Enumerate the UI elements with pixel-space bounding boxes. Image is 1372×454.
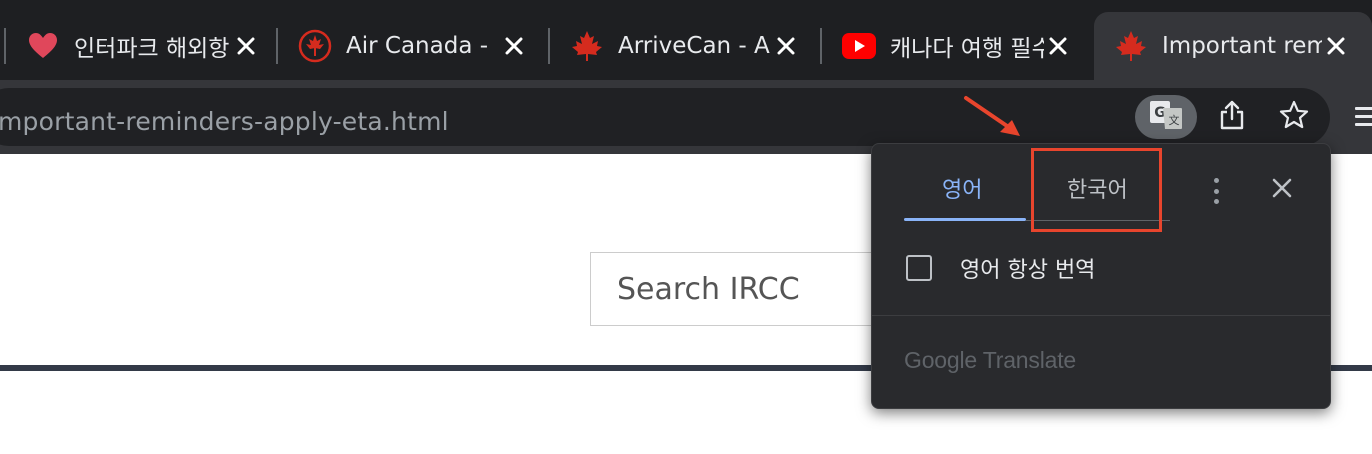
search-box[interactable] xyxy=(590,252,910,326)
tab-strip: 인터파크 해외항 Air Canada - ArriveCan - A 캐나다 … xyxy=(0,0,1372,80)
maple-leaf-icon xyxy=(1114,29,1148,63)
tab-title: Air Canada - xyxy=(346,33,489,59)
tab-separator xyxy=(548,28,550,64)
annotation-highlight-box xyxy=(1031,148,1162,232)
tab-interpark[interactable]: 인터파크 해외항 xyxy=(26,12,264,80)
google-translate-icon: G 文 xyxy=(1149,100,1183,134)
tab-title: ArriveCan - A xyxy=(618,33,770,59)
dot xyxy=(1213,178,1219,183)
active-tab-indicator xyxy=(904,218,1026,221)
bookmark-button[interactable] xyxy=(1274,96,1314,138)
tab-air-canada[interactable]: Air Canada - xyxy=(298,12,532,80)
svg-text:文: 文 xyxy=(1169,113,1180,127)
youtube-icon xyxy=(842,29,876,63)
always-translate-row[interactable]: 영어 항상 번역 xyxy=(906,252,1095,284)
always-translate-label: 영어 항상 번역 xyxy=(960,258,1096,283)
url-text[interactable]: mportant-reminders-apply-eta.html xyxy=(0,107,449,136)
close-popup-button[interactable] xyxy=(1268,176,1296,204)
close-tab-icon[interactable] xyxy=(1322,32,1350,60)
heart-icon xyxy=(26,29,60,63)
close-tab-icon[interactable] xyxy=(232,32,260,60)
tab-title: 인터파크 해외항 xyxy=(74,36,230,62)
dot xyxy=(1213,188,1219,194)
tab-separator xyxy=(4,28,6,64)
popup-divider xyxy=(872,315,1330,316)
tab-separator xyxy=(276,28,278,64)
air-canada-icon xyxy=(298,29,332,63)
annotation-arrow-icon xyxy=(964,96,1020,136)
always-translate-checkbox[interactable] xyxy=(906,255,932,281)
translate-wordmark: Translate xyxy=(982,347,1076,373)
tab-title: Important rem xyxy=(1162,33,1322,59)
tab-source-language[interactable]: 영어 xyxy=(942,172,982,204)
close-tab-icon[interactable] xyxy=(772,32,800,60)
tab-arrivecan[interactable]: ArriveCan - A xyxy=(570,12,804,80)
share-icon xyxy=(1219,100,1245,134)
dot xyxy=(1213,199,1219,204)
maple-leaf-icon xyxy=(570,29,604,63)
close-tab-icon[interactable] xyxy=(500,32,528,60)
address-bar[interactable]: mportant-reminders-apply-eta.html xyxy=(0,88,1330,146)
more-options-button[interactable] xyxy=(1204,174,1228,208)
close-icon xyxy=(1271,177,1293,203)
search-input[interactable] xyxy=(591,253,909,325)
tab-important-reminders[interactable]: Important rem xyxy=(1094,12,1372,80)
google-wordmark: Google xyxy=(904,347,977,373)
tab-separator xyxy=(820,28,822,64)
tab-youtube[interactable]: 캐나다 여행 필수 xyxy=(842,12,1076,80)
translate-button[interactable]: G 文 xyxy=(1135,95,1197,139)
share-button[interactable] xyxy=(1212,96,1252,138)
menu-icon[interactable] xyxy=(1355,104,1372,130)
google-translate-logo: Google Translate xyxy=(904,347,1076,374)
tab-title: 캐나다 여행 필수 xyxy=(890,36,1044,62)
star-icon xyxy=(1279,100,1309,134)
close-tab-icon[interactable] xyxy=(1044,32,1072,60)
